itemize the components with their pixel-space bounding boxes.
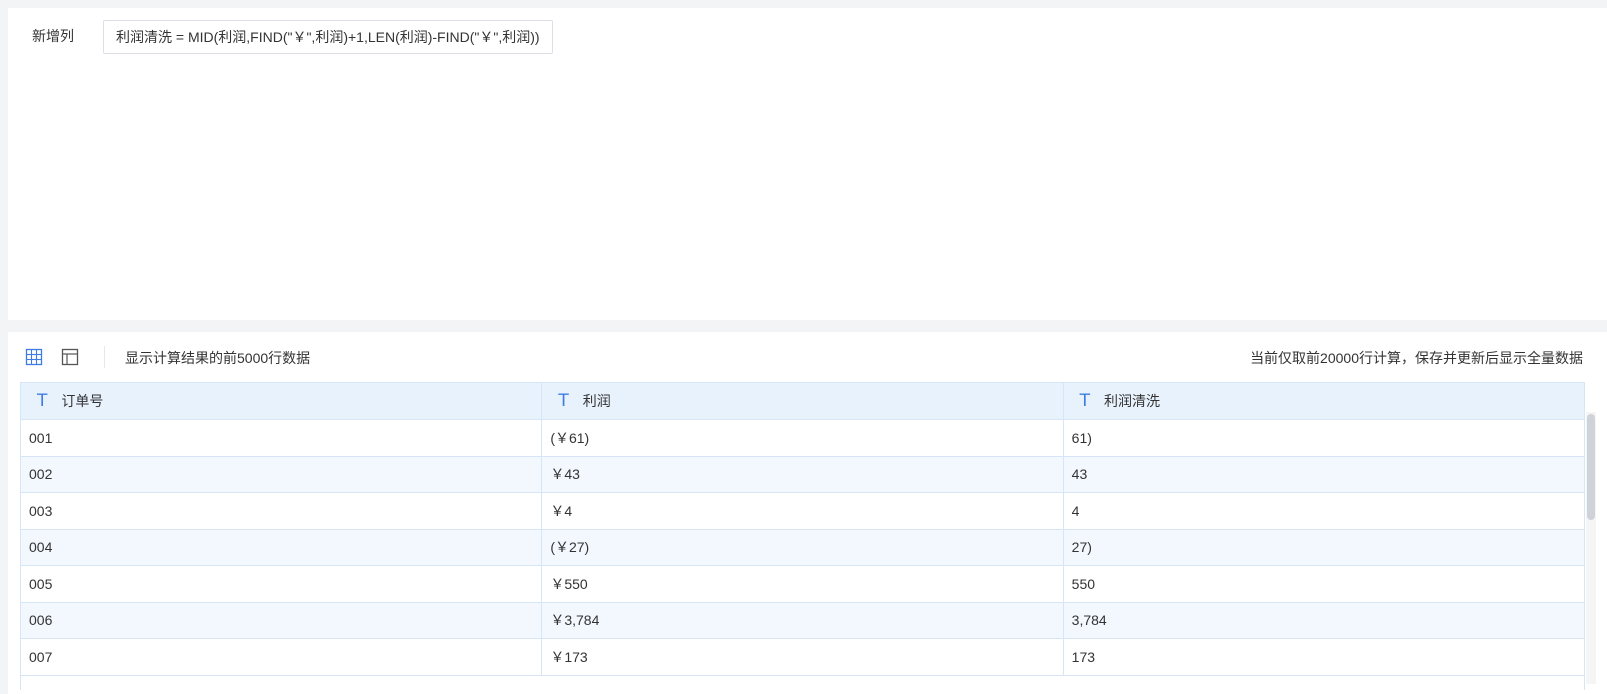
column-header-label: 利润清洗 — [1104, 393, 1161, 409]
table-row: 005 ￥550 550 — [21, 566, 1584, 603]
table-scrollbar[interactable] — [1586, 412, 1596, 684]
formula-panel: 新增列 利润清洗 = MID(利润,FIND("￥",利润)+1,LEN(利润)… — [8, 8, 1607, 320]
formula-editor[interactable]: 利润清洗 = MID(利润,FIND("￥",利润)+1,LEN(利润)-FIN… — [103, 20, 553, 54]
table-cell: 001 — [21, 420, 543, 456]
layout-icon[interactable] — [60, 347, 80, 367]
table-cell: 002 — [21, 456, 543, 492]
table-cell: ￥550 — [542, 566, 1064, 602]
table-cell: (￥27) — [542, 529, 1064, 565]
scrollbar-thumb[interactable] — [1587, 414, 1595, 520]
table-cell: ￥3,784 — [542, 602, 1064, 638]
column-header-profit-clean[interactable]: T 利润清洗 — [1064, 383, 1584, 419]
table-cell: ￥43 — [542, 456, 1064, 492]
preview-table: T 订单号 T 利润 T 利润清洗 001 (￥61) 61) 002 ￥43 … — [20, 382, 1585, 690]
table-cell: ￥4 — [542, 493, 1064, 529]
table-cell: 550 — [1071, 575, 1096, 592]
table-cell: 003 — [21, 493, 543, 529]
column-header-label: 利润 — [582, 393, 611, 409]
table-cell: 006 — [21, 602, 543, 638]
preview-row-limit-note: 显示计算结果的前5000行数据 — [125, 350, 311, 366]
text-type-icon: T — [1079, 391, 1091, 411]
table-row: 001 (￥61) 61) — [21, 420, 1584, 457]
grid-icon[interactable] — [24, 347, 44, 367]
preview-panel: 显示计算结果的前5000行数据 当前仅取前20000行计算，保存并更新后显示全量… — [8, 332, 1607, 694]
table-body: 001 (￥61) 61) 002 ￥43 43 003 ￥4 4 004 (￥… — [21, 420, 1584, 690]
table-cell: 173 — [1071, 648, 1096, 665]
text-type-icon: T — [37, 391, 48, 411]
table-cell: 004 — [21, 529, 543, 565]
table-row: 007 ￥173 173 — [21, 639, 1584, 676]
table-row: 006 ￥3,784 3,784 — [21, 602, 1584, 639]
table-row: 002 ￥43 43 — [21, 456, 1584, 493]
table-row: 004 (￥27) 27) — [21, 529, 1584, 566]
formula-label: 新增列 — [32, 28, 74, 44]
table-cell: (￥61) — [542, 420, 1064, 456]
table-cell: 3,784 — [1071, 612, 1107, 629]
column-header-order-id[interactable]: T 订单号 — [21, 383, 543, 419]
table-header: T 订单号 T 利润 T 利润清洗 — [21, 383, 1584, 420]
table-cell: 61) — [1071, 429, 1092, 446]
column-header-profit[interactable]: T 利润 — [542, 383, 1064, 419]
table-cell: 43 — [1071, 466, 1088, 483]
calculation-limit-note: 当前仅取前20000行计算，保存并更新后显示全量数据 — [1250, 350, 1583, 366]
column-header-label: 订单号 — [61, 393, 104, 409]
table-cell: ￥173 — [542, 639, 1064, 675]
table-cell: 4 — [1071, 502, 1080, 519]
table-cell: 007 — [21, 639, 543, 675]
table-cell: 005 — [21, 566, 543, 602]
toolbar-divider — [104, 346, 105, 368]
text-type-icon: T — [558, 391, 569, 411]
table-row: 003 ￥4 4 — [21, 493, 1584, 530]
table-cell: 27) — [1071, 539, 1092, 556]
preview-toolbar: 显示计算结果的前5000行数据 当前仅取前20000行计算，保存并更新后显示全量… — [8, 332, 1607, 382]
